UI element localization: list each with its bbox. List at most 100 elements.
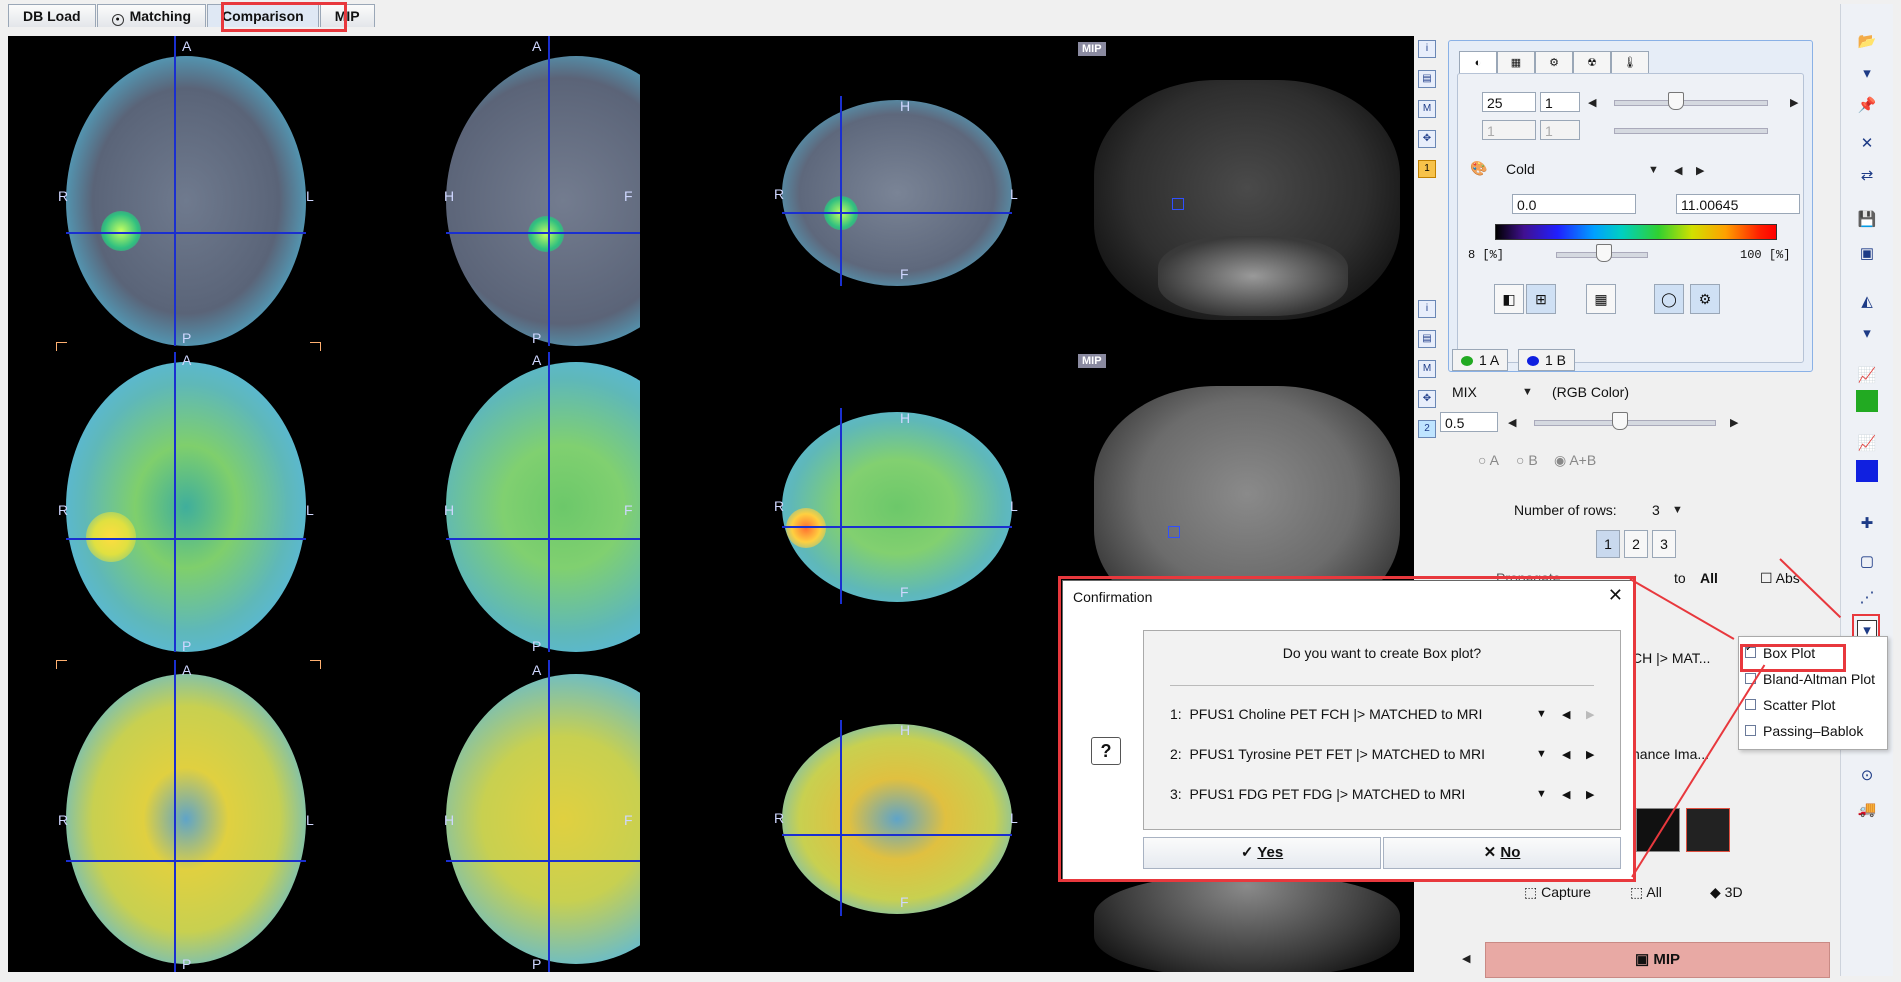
menu-item-passing-bablok[interactable]: Passing–Bablok [1745,723,1863,739]
max-value-input[interactable]: 11.00645 [1676,194,1800,214]
mix-prev-icon[interactable]: ◀ [1508,416,1516,429]
min-value-input[interactable]: 0.0 [1512,194,1636,214]
next-slice-icon[interactable]: ▶ [1790,96,1798,109]
vehicle-icon[interactable]: 🚚 [1857,800,1877,820]
frame-slider[interactable] [1614,128,1768,134]
tab-db-load[interactable]: DB Load [8,4,96,27]
menu-item-scatter-plot[interactable]: Scatter Plot [1745,697,1835,713]
settings-icon[interactable]: ⚙ [1690,284,1720,314]
info-icon[interactable]: i [1418,40,1436,58]
tab-series-1b[interactable]: 1 B [1518,349,1576,371]
rows-dropdown-icon[interactable]: ▼ [1672,504,1683,516]
tools-tab-icon[interactable]: ⚙ [1535,51,1573,74]
info-icon[interactable]: i [1418,300,1436,318]
roi-icon[interactable]: ✚ [1857,514,1877,534]
mip-view-row1[interactable] [1088,66,1408,336]
mix-dropdown-icon[interactable]: ▼ [1522,386,1533,398]
rows-select[interactable]: 3 [1652,502,1660,518]
layout-tab-icon[interactable]: ▦ [1497,51,1535,74]
row-button-3[interactable]: 3 [1652,530,1676,558]
target-icon[interactable]: ⊙ [1857,766,1877,786]
open-folder-icon[interactable]: 📂 [1857,32,1877,52]
sagittal-view-row2[interactable]: A P H F [438,352,640,658]
range-slider-knob[interactable] [1596,244,1612,262]
crosshair-icon[interactable]: ✥ [1418,390,1436,408]
prev-colormap-icon[interactable]: ◀ [1674,164,1682,177]
radiation-tab-icon[interactable]: ☢ [1573,51,1611,74]
sagittal-view-row1[interactable]: A P H F [438,36,640,350]
slice-slider[interactable] [1614,100,1768,106]
sync-icon[interactable]: ⇄ [1857,166,1877,186]
sagittal-view-row3[interactable]: A P H F [438,660,640,972]
propagate-target-select[interactable]: All [1700,570,1718,586]
pattern-icon[interactable]: ▦ [1586,284,1616,314]
tab-series-1a[interactable]: 1 A [1452,349,1509,371]
green-series-icon[interactable] [1856,390,1878,412]
capture-all-button[interactable]: ⬚ All [1630,884,1662,901]
plot-dropdown-highlight [1852,614,1880,638]
frame-step-input[interactable]: 1 [1540,120,1580,140]
mix-mode-select[interactable]: MIX [1452,384,1477,400]
coronal-view-row1[interactable]: H F R L [772,96,1028,286]
slice-slider-knob[interactable] [1668,92,1684,110]
colormap-dropdown-icon[interactable]: ▼ [1648,164,1659,176]
series-select-2[interactable]: nance Ima... [1632,746,1709,762]
marker-icon[interactable]: M [1418,100,1436,118]
console-icon[interactable]: ▣ [1857,244,1877,264]
circle-icon[interactable]: ◯ [1654,284,1684,314]
coronal-view-row3[interactable]: H F R L [772,720,1028,916]
series-number-badge[interactable]: 1 [1418,160,1436,178]
crosshair-icon[interactable]: ✥ [1418,130,1436,148]
radio-ab[interactable]: ◉ A+B [1554,452,1596,469]
tab-matching-label: Matching [129,8,192,24]
coronal-view-row2[interactable]: H F R L [772,408,1028,604]
series-select-1[interactable]: CH |> MAT... [1632,650,1710,666]
axial-view-row3[interactable]: A P R L [56,660,318,972]
thermometer-tab-icon[interactable]: 🌡 [1611,51,1649,74]
chart-icon[interactable]: 📈 [1857,366,1877,386]
colormap-select[interactable]: Cold [1506,161,1535,177]
slice-step-input[interactable]: 1 [1540,92,1580,112]
invert-icon[interactable]: ◧ [1494,284,1524,314]
contour-icon[interactable]: ▢ [1857,552,1877,572]
series-number-badge[interactable]: 2 [1418,420,1436,438]
mip-button-icon: ▣ [1634,951,1654,968]
palette-icon[interactable]: 🎨 [1470,160,1487,177]
close-all-icon[interactable]: ✕ [1857,134,1877,154]
radio-b[interactable]: ○ B [1516,452,1538,468]
radio-a[interactable]: ○ A [1478,452,1499,468]
mix-next-icon[interactable]: ▶ [1730,416,1738,429]
menu-item-bland-altman[interactable]: Bland-Altman Plot [1745,671,1875,687]
analysis-icon[interactable]: ◭ [1857,292,1877,312]
pin-icon[interactable]: 📌 [1857,96,1877,116]
row-button-2[interactable]: 2 [1624,530,1648,558]
blue-series-icon[interactable] [1856,460,1878,482]
next-colormap-icon[interactable]: ▶ [1696,164,1704,177]
axial-view-row1[interactable]: A P R L [56,36,318,350]
thumbnail-1[interactable] [1636,808,1680,852]
thumbnail-2[interactable] [1686,808,1730,852]
scatter-plot-icon[interactable]: ⋰ [1857,588,1877,608]
prev-slice-icon[interactable]: ◀ [1588,96,1596,109]
three-d-button[interactable]: ◆ 3D [1710,884,1743,901]
chart-icon[interactable]: 📈 [1857,434,1877,454]
layout-icon[interactable]: ▤ [1418,70,1436,88]
capture-button[interactable]: ⬚ Capture [1524,884,1591,901]
frame-input[interactable]: 1 [1482,120,1536,140]
mip-view-row3[interactable] [1088,876,1408,972]
layout-icon[interactable]: ▤ [1418,330,1436,348]
marker-icon[interactable]: M [1418,360,1436,378]
collapse-left-icon[interactable]: ◀ [1462,952,1470,965]
dropdown-icon[interactable]: ▾ [1857,64,1877,84]
dropdown-icon[interactable]: ▾ [1857,324,1877,344]
mix-value-input[interactable]: 0.5 [1440,412,1498,432]
grid-icon[interactable]: ⊞ [1526,284,1556,314]
save-icon[interactable]: 💾 [1857,210,1877,230]
mip-button[interactable]: ▣ MIP [1485,942,1830,978]
mix-slider-knob[interactable] [1612,412,1628,430]
contrast-tab-icon[interactable]: ◐ [1459,51,1497,74]
row-button-1[interactable]: 1 [1596,530,1620,558]
axial-view-row2[interactable]: A P R L [56,352,318,658]
tab-matching[interactable]: ● Matching [96,4,207,27]
slice-input[interactable]: 25 [1482,92,1536,112]
